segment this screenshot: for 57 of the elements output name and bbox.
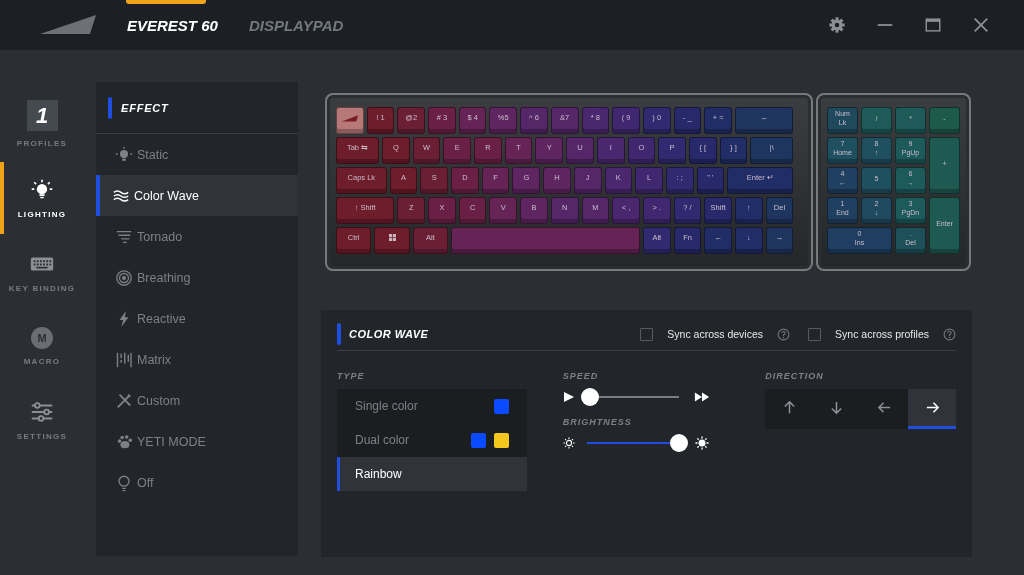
effect-item[interactable]: Matrix [96,339,298,380]
fast-forward-icon [693,390,710,404]
effect-item[interactable]: Color Wave [96,175,298,216]
section-label: DIRECTION [765,371,825,381]
section-label: TYPE [337,371,366,381]
type-option[interactable]: Dual color [337,423,527,457]
panel-title: EFFECT [121,101,169,114]
key[interactable] [374,227,410,254]
arrow-icon [924,400,940,415]
settings-icon[interactable] [828,16,846,34]
slider-thumb[interactable] [581,388,600,406]
effect-item[interactable]: Custom [96,380,298,421]
checkbox[interactable] [808,327,822,341]
help-icon[interactable] [777,327,791,341]
sun-icon [562,437,575,449]
bulb-icon [115,145,133,164]
paw-icon [115,432,133,451]
effect-item[interactable]: YETI MODE [96,421,298,462]
macro-badge: M [31,326,53,349]
logo-icon [40,15,96,35]
device-tab[interactable]: DISPLAYPAD [247,0,360,50]
help-icon[interactable] [943,327,956,341]
bulb-icon [115,473,133,492]
device-tab[interactable]: EVEREST 60 [126,0,234,50]
effect-item[interactable]: Static [96,134,298,175]
slider-thumb[interactable] [669,434,688,452]
sliders-icon [29,399,55,424]
effect-item[interactable]: Tornado [96,216,298,257]
checkbox-label[interactable]: Sync across devices [667,328,764,340]
type-option[interactable]: Rainbow [337,457,527,491]
arrow-icon [877,400,892,415]
checkbox-label[interactable]: Sync across profiles [835,328,929,340]
target-icon [115,268,133,287]
type-option[interactable]: Single color [337,389,527,423]
direction-button[interactable] [908,389,957,429]
panel-title: COLOR WAVE [349,328,429,340]
section-label: BRIGHTNESS [562,417,633,427]
windows-icon [388,234,396,241]
effect-item[interactable]: Breathing [96,257,298,298]
sun-icon [693,436,710,450]
play-icon [562,391,575,403]
checkbox[interactable] [640,327,654,341]
option-label: Single color [355,399,419,413]
option-label: Rainbow [355,467,403,481]
effect-item[interactable]: Off [96,462,298,503]
profile-number: 1 [26,100,58,131]
maximize-icon[interactable] [924,16,942,34]
section-label: SPEED [562,371,600,381]
nav-item[interactable]: 1 PROFILES [0,88,80,160]
close-icon[interactable] [972,16,990,34]
matrix-icon [115,350,133,369]
color-swatch[interactable] [493,432,509,448]
color-swatch[interactable] [493,398,509,414]
nav-item[interactable]: LIGHTING [0,162,80,234]
effect-item[interactable]: Reactive [96,298,298,339]
option-label: Dual color [355,433,411,447]
color-swatch[interactable] [470,432,486,448]
